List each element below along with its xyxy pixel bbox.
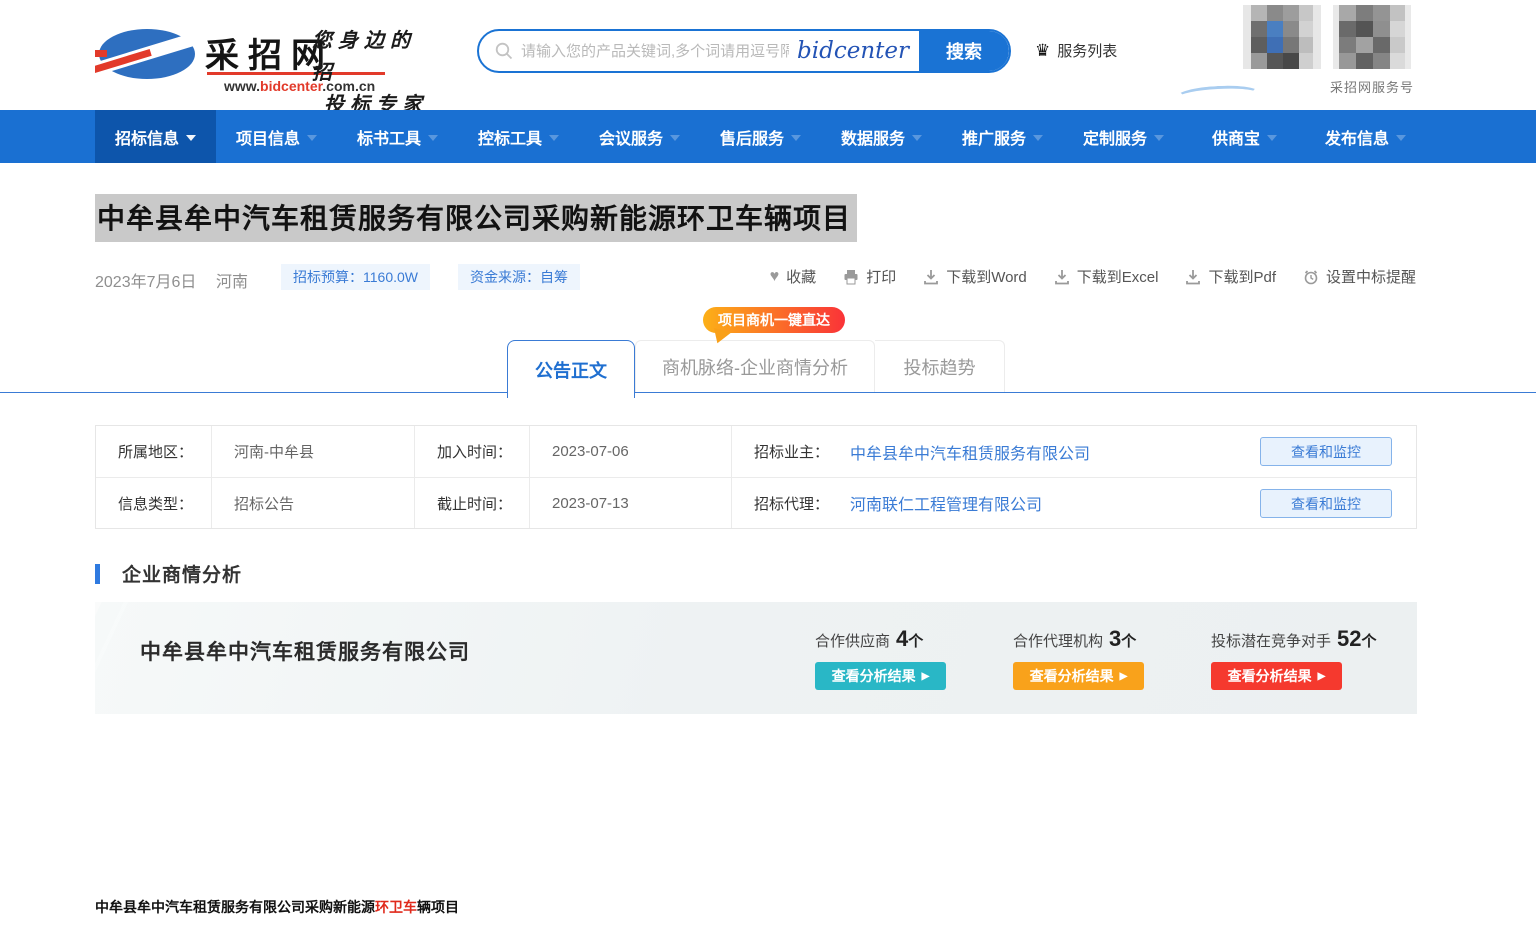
nav-item-publish-info[interactable]: 发布信息 (1305, 110, 1426, 163)
deadline-value: 2023-07-13 (530, 478, 732, 528)
page-title: 中牟县牟中汽车租赁服务有限公司采购新能源环卫车辆项目 (95, 194, 857, 242)
join-time-label: 加入时间： (415, 426, 530, 477)
site-header: 采招网 www.bidcenter.com.cn 您身边的招 投标专家 bidc… (0, 0, 1536, 110)
agent-label: 招标代理： (732, 493, 850, 514)
chevron-down-icon (791, 135, 801, 141)
main-nav: 招标信息 项目信息 标书工具 控标工具 会议服务 售后服务 数据服务 推广服务 … (0, 110, 1536, 163)
arrow-right-icon: ▶ (922, 671, 930, 682)
nav-item-supplier-treasure[interactable]: 供商宝 (1184, 110, 1305, 163)
analysis-section-header: 企业商情分析 (95, 560, 242, 587)
slogan: 您身边的招 投标专家 (312, 24, 432, 120)
deadline-label: 截止时间： (415, 478, 530, 528)
print-button[interactable]: 打印 (843, 266, 896, 287)
monitor-owner-button[interactable]: 查看和监控 (1260, 437, 1392, 466)
chevron-down-icon (1033, 135, 1043, 141)
agent-company-link[interactable]: 河南联仁工程管理有限公司 (850, 491, 1042, 515)
region-value: 河南-中牟县 (212, 426, 415, 477)
chevron-down-icon (912, 135, 922, 141)
arrow-right-icon: ▶ (1120, 671, 1128, 682)
stat-cooperating-agencies: 合作代理机构3个 查看分析结果▶ (1013, 626, 1203, 690)
search-icon (495, 42, 513, 60)
nav-item-data-service[interactable]: 数据服务 (821, 110, 942, 163)
download-icon (1185, 269, 1201, 285)
qr-code-placeholder-app (1243, 5, 1321, 69)
award-alert-button[interactable]: 设置中标提醒 (1303, 266, 1416, 287)
qr-code-placeholder-service (1333, 5, 1411, 69)
view-analysis-suppliers-button[interactable]: 查看分析结果▶ (815, 662, 946, 690)
search-bar: bidcenter 搜索 (477, 29, 1011, 73)
crown-icon: ♛ (1035, 42, 1050, 59)
funding-source-badge: 资金来源：自筹 (458, 264, 580, 290)
chevron-down-icon (670, 135, 680, 141)
bidcenter-logo-icon[interactable] (95, 26, 200, 84)
tab-announcement-body[interactable]: 公告正文 (507, 340, 635, 398)
tab-bar: 公告正文 商机脉络-企业商情分析 投标趋势 (0, 340, 1536, 393)
table-row: 信息类型： 招标公告 截止时间： 2023-07-13 招标代理： 河南联仁工程… (96, 477, 1416, 528)
section-accent-bar (95, 564, 100, 584)
info-type-label: 信息类型： (96, 478, 212, 528)
budget-badge: 招标预算：1160.0W (281, 264, 430, 290)
publish-date: 2023年7月6日 (95, 268, 196, 292)
heart-icon: ♥ (770, 269, 780, 285)
nav-item-custom-service[interactable]: 定制服务 (1063, 110, 1184, 163)
agent-cell: 招标代理： 河南联仁工程管理有限公司 查看和监控 (732, 478, 1416, 528)
action-toolbar: ♥ 收藏 打印 下载到Word 下载到Excel 下载到Pdf (770, 266, 1416, 287)
project-info-table: 所属地区： 河南-中牟县 加入时间： 2023-07-06 招标业主： 中牟县牟… (95, 425, 1417, 529)
owner-cell: 招标业主： 中牟县牟中汽车租赁服务有限公司 查看和监控 (732, 426, 1416, 477)
nav-item-promotion-service[interactable]: 推广服务 (942, 110, 1063, 163)
decorative-arc (1176, 84, 1261, 106)
printer-icon (843, 269, 859, 285)
section-title: 企业商情分析 (122, 560, 242, 587)
chevron-down-icon (428, 135, 438, 141)
download-icon (1054, 269, 1070, 285)
stat-cooperating-suppliers: 合作供应商4个 查看分析结果▶ (815, 626, 1005, 690)
search-input[interactable] (513, 43, 797, 60)
nav-item-bid-doc-tools[interactable]: 标书工具 (337, 110, 458, 163)
monitor-agent-button[interactable]: 查看和监控 (1260, 489, 1392, 518)
nav-item-project-info[interactable]: 项目信息 (216, 110, 337, 163)
table-row: 所属地区： 河南-中牟县 加入时间： 2023-07-06 招标业主： 中牟县牟… (96, 426, 1416, 477)
owner-label: 招标业主： (732, 441, 850, 462)
nav-item-conference-service[interactable]: 会议服务 (579, 110, 700, 163)
tab-business-analysis[interactable]: 商机脉络-企业商情分析 (635, 340, 875, 392)
chevron-down-icon (1396, 135, 1406, 141)
arrow-right-icon: ▶ (1318, 671, 1326, 682)
view-analysis-competitors-button[interactable]: 查看分析结果▶ (1211, 662, 1342, 690)
owner-company-link[interactable]: 中牟县牟中汽车租赁服务有限公司 (850, 440, 1090, 464)
nav-item-after-sale-service[interactable]: 售后服务 (700, 110, 821, 163)
search-button[interactable]: 搜索 (919, 29, 1009, 73)
chevron-down-icon (186, 135, 196, 141)
chevron-down-icon (549, 135, 559, 141)
stat-potential-competitors: 投标潜在竞争对手52个 查看分析结果▶ (1211, 626, 1401, 690)
province: 河南 (216, 268, 248, 292)
analysis-card: 中牟县牟中汽车租赁服务有限公司 合作供应商4个 查看分析结果▶ 合作代理机构3个… (95, 602, 1417, 714)
download-word-button[interactable]: 下载到Word (923, 266, 1027, 287)
analyzed-company-name: 中牟县牟中汽车租赁服务有限公司 (140, 636, 470, 666)
service-list-label: 服务列表 (1057, 40, 1117, 61)
join-time-value: 2023-07-06 (530, 426, 732, 477)
download-excel-button[interactable]: 下载到Excel (1054, 266, 1159, 287)
region-label: 所属地区： (96, 426, 212, 477)
search-watermark: bidcenter (797, 38, 909, 64)
qr-caption: 采招网服务号 (1330, 77, 1414, 96)
tab-bidding-trend[interactable]: 投标趋势 (875, 340, 1005, 392)
nav-item-bidding-info[interactable]: 招标信息 (95, 110, 216, 163)
view-analysis-agencies-button[interactable]: 查看分析结果▶ (1013, 662, 1144, 690)
download-icon (923, 269, 939, 285)
download-pdf-button[interactable]: 下载到Pdf (1185, 266, 1276, 287)
service-list-menu[interactable]: ♛ 服务列表 (1035, 40, 1117, 61)
promo-tooltip: 项目商机一键直达 (703, 307, 845, 333)
chevron-down-icon (1267, 135, 1277, 141)
announcement-body-title: 中牟县牟中汽车租赁服务有限公司采购新能源环卫车辆项目 (95, 897, 459, 917)
nav-item-bid-control-tools[interactable]: 控标工具 (458, 110, 579, 163)
favorite-button[interactable]: ♥ 收藏 (770, 266, 817, 287)
alarm-clock-icon (1303, 269, 1319, 285)
chevron-down-icon (1154, 135, 1164, 141)
info-type-value: 招标公告 (212, 478, 415, 528)
chevron-down-icon (307, 135, 317, 141)
